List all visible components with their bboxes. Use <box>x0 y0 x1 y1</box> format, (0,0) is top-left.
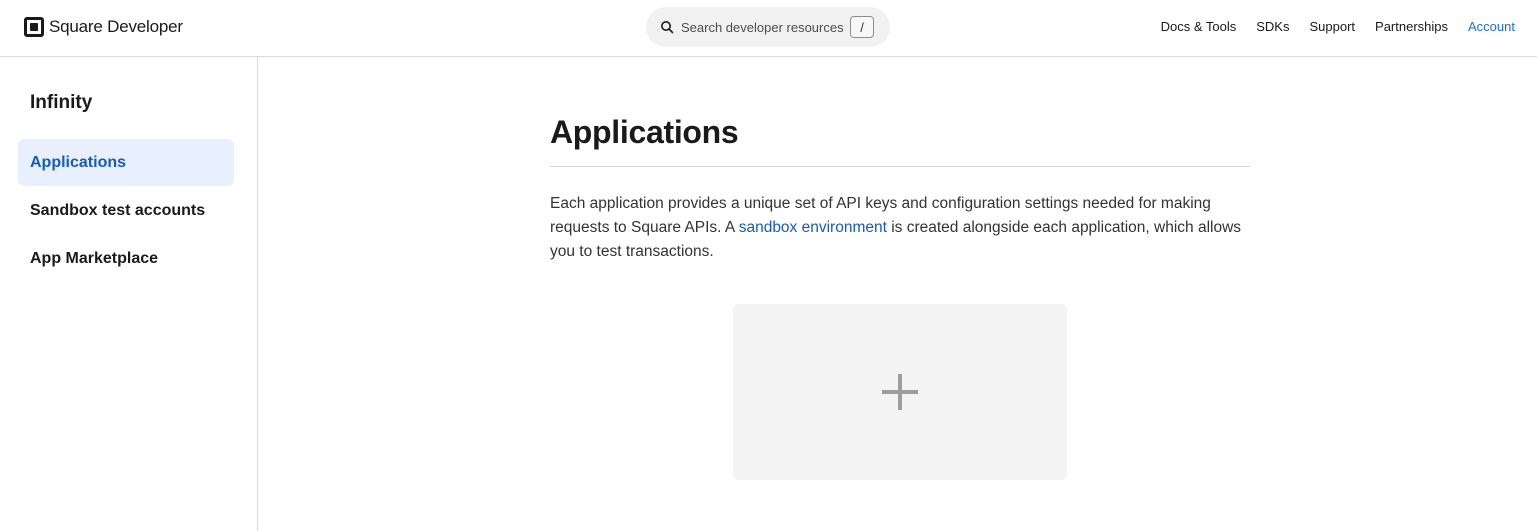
add-application-button[interactable] <box>733 304 1067 480</box>
sidebar-item-label: Sandbox test accounts <box>30 201 206 219</box>
sidebar: Infinity Applications Sandbox test accou… <box>0 57 258 531</box>
square-developer-logo[interactable]: Square Developer <box>24 16 183 38</box>
square-logo-icon <box>24 17 44 37</box>
nav-sdks[interactable]: SDKs <box>1256 19 1289 34</box>
nav-account[interactable]: Account <box>1468 19 1515 34</box>
search-icon <box>661 21 674 34</box>
sidebar-item-sandbox-test-accounts[interactable]: Sandbox test accounts <box>18 187 234 234</box>
top-nav-links: Docs & Tools SDKs Support Partnerships A… <box>1161 19 1515 34</box>
search-shortcut-key: / <box>850 16 874 38</box>
sidebar-item-label: App Marketplace <box>30 249 159 267</box>
page-title: Applications <box>550 114 739 150</box>
brand-name: Square Developer <box>49 17 183 36</box>
sidebar-item-app-marketplace[interactable]: App Marketplace <box>18 235 234 282</box>
plus-icon <box>882 374 918 410</box>
top-navigation-bar: Square Developer Search developer resour… <box>0 0 1537 57</box>
search-input[interactable]: Search developer resources <box>681 20 844 35</box>
nav-docs-tools[interactable]: Docs & Tools <box>1161 19 1237 34</box>
nav-support[interactable]: Support <box>1309 19 1355 34</box>
search-bar[interactable]: Search developer resources / <box>646 7 890 47</box>
sandbox-environment-link[interactable]: sandbox environment <box>739 219 887 236</box>
nav-partnerships[interactable]: Partnerships <box>1375 19 1448 34</box>
sidebar-item-label: Applications <box>30 153 127 171</box>
page-description: Each application provides a unique set o… <box>550 192 1250 264</box>
title-divider <box>550 166 1250 167</box>
sidebar-title: Infinity <box>30 92 93 113</box>
sidebar-item-applications[interactable]: Applications <box>18 139 234 186</box>
